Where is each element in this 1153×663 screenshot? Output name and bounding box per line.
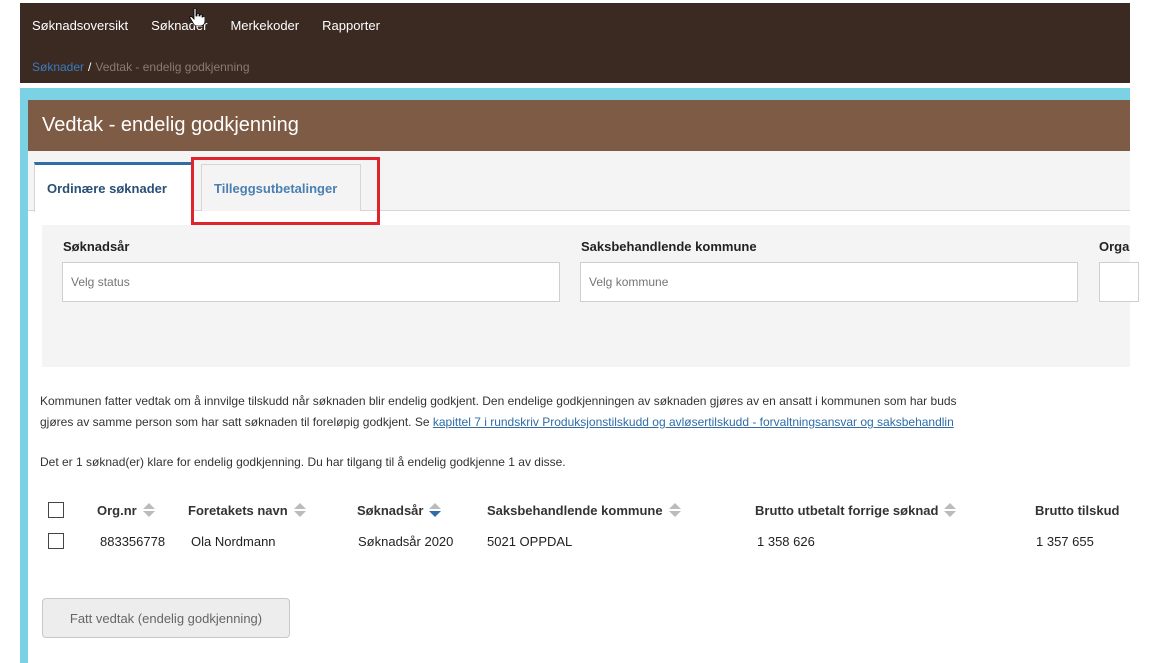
cell-orgnr: 883356778: [100, 533, 166, 549]
info-line-2: gjøres av samme person som har satt søkn…: [40, 412, 1130, 433]
rundskriv-link[interactable]: kapittel 7 i rundskriv Produksjonstilsku…: [433, 415, 954, 429]
breadcrumb-link-soknader[interactable]: Søknader: [32, 60, 84, 74]
municipality-select[interactable]: [580, 262, 1078, 302]
hand-cursor-icon: [189, 8, 205, 26]
breadcrumb: Søknader / Vedtak - endelig godkjenning: [32, 60, 250, 74]
sort-icon[interactable]: [142, 501, 155, 519]
left-accent-bar: [20, 88, 28, 663]
column-header-kommune[interactable]: Saksbehandlende kommune: [487, 498, 681, 522]
nav-item-soknadsoversikt[interactable]: Søknadsoversikt: [32, 18, 128, 33]
column-label-foretakets-navn: Foretakets navn: [188, 502, 288, 518]
cell-kommune: 5021 OPPDAL: [487, 533, 573, 549]
top-navigation-bar: Søknadsoversikt Søknader Merkekoder Rapp…: [20, 3, 1130, 83]
nav-item-rapporter[interactable]: Rapporter: [322, 18, 380, 33]
row-checkbox[interactable]: [48, 533, 64, 549]
cell-foretakets-navn: Ola Nordmann: [191, 533, 276, 549]
year-select[interactable]: [62, 262, 560, 302]
page-title: Vedtak - endelig godkjenning: [42, 114, 299, 136]
breadcrumb-separator: /: [88, 60, 92, 74]
main-nav: Søknadsoversikt Søknader Merkekoder Rapp…: [20, 3, 403, 47]
filter-panel: Søknadsår Saksbehandlende kommune Orga: [42, 225, 1139, 367]
info-text: Kommunen fatter vedtak om å innvilge til…: [40, 391, 1130, 433]
column-header-orgnr[interactable]: Org.nr: [97, 498, 155, 522]
filter-label-org: Orga: [1099, 239, 1130, 254]
cell-brutto-forrige: 1 358 626: [757, 533, 815, 549]
count-text: Det er 1 søknad(er) klare for endelig go…: [40, 455, 566, 469]
fatt-vedtak-button[interactable]: Fatt vedtak (endelig godkjenning): [42, 598, 290, 638]
sort-icon[interactable]: [293, 501, 306, 519]
breadcrumb-current: Vedtak - endelig godkjenning: [95, 60, 250, 74]
sort-desc-icon[interactable]: [429, 501, 442, 519]
column-label-soknadsar: Søknadsår: [357, 502, 424, 518]
info-line-1: Kommunen fatter vedtak om å innvilge til…: [40, 394, 957, 408]
column-header-brutto-forrige[interactable]: Brutto utbetalt forrige søknad: [755, 498, 957, 522]
accent-strip: [20, 88, 1130, 100]
cell-brutto-tilskudd: 1 357 655: [1036, 533, 1094, 549]
cell-soknadsar: Søknadsår 2020: [358, 533, 454, 549]
column-label-kommune: Saksbehandlende kommune: [487, 502, 663, 518]
sort-icon[interactable]: [668, 501, 681, 519]
info-line-2-text: gjøres av samme person som har satt søkn…: [40, 415, 433, 429]
highlight-box: [191, 157, 380, 225]
column-header-soknadsar[interactable]: Søknadsår: [357, 498, 442, 522]
filter-label-municipality: Saksbehandlende kommune: [581, 239, 757, 254]
column-label-brutto-tilskudd: Brutto tilskud: [1035, 502, 1120, 518]
page-header: Vedtak - endelig godkjenning: [28, 100, 1130, 151]
column-label-brutto-forrige: Brutto utbetalt forrige søknad: [755, 502, 939, 518]
column-header-foretakets-navn[interactable]: Foretakets navn: [188, 498, 306, 522]
nav-item-merkekoder[interactable]: Merkekoder: [230, 18, 299, 33]
org-input[interactable]: [1099, 262, 1139, 302]
column-header-brutto-tilskudd[interactable]: Brutto tilskud: [1035, 498, 1120, 522]
filter-label-year: Søknadsår: [63, 239, 130, 254]
select-all-checkbox[interactable]: [48, 502, 64, 518]
tab-ordinaere-soknader[interactable]: Ordinære søknader: [34, 162, 192, 212]
sort-icon[interactable]: [944, 501, 957, 519]
column-label-orgnr: Org.nr: [97, 502, 137, 518]
